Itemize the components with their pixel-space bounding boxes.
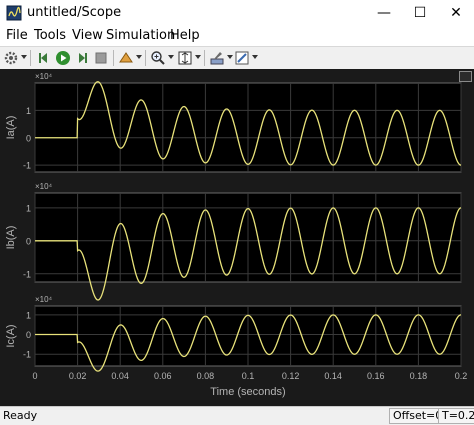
exponent-label: ×10⁴ — [35, 295, 53, 304]
menu-simulation[interactable]: Simulation — [106, 28, 175, 43]
edit-dropdown-icon[interactable] — [252, 55, 258, 59]
status-bar: Ready Offset=0 T=0.200 — [0, 406, 474, 425]
x-tick-label: 0.16 — [367, 371, 385, 381]
stop-icon[interactable] — [92, 49, 110, 67]
minimize-button[interactable]: — — [366, 0, 402, 26]
restore-layout-button[interactable] — [459, 71, 472, 82]
write-icon[interactable] — [208, 49, 226, 67]
settings-icon[interactable] — [2, 49, 20, 67]
title-bar: untitled/Scope — ☐ ✕ — [0, 0, 474, 26]
y-tick-label: 0 — [26, 133, 31, 143]
exponent-label: ×10⁴ — [35, 72, 53, 81]
exponent-label: ×10⁴ — [35, 182, 53, 191]
x-tick-label: 0.12 — [282, 371, 300, 381]
toolbar-separator — [113, 50, 114, 66]
y-axis-label: Ib(A) — [5, 226, 17, 250]
menu-file[interactable]: File — [6, 28, 28, 43]
x-tick-label: 0.14 — [324, 371, 342, 381]
y-tick-label: -1 — [23, 269, 31, 279]
edit-icon[interactable] — [233, 49, 251, 67]
x-tick-label: 0.08 — [197, 371, 215, 381]
y-tick-label: 0 — [26, 330, 31, 340]
y-tick-label: 1 — [26, 106, 31, 116]
autoscale-icon[interactable] — [176, 49, 194, 67]
step-back-icon[interactable] — [35, 49, 53, 67]
x-tick-label: 0.04 — [111, 371, 129, 381]
x-axis-label: Time (seconds) — [210, 386, 285, 398]
zoom-in-icon[interactable] — [149, 49, 167, 67]
y-tick-label: -1 — [23, 350, 31, 360]
x-tick-label: 0.06 — [154, 371, 172, 381]
x-tick-label: 0.18 — [410, 371, 428, 381]
status-ready: Ready — [3, 409, 38, 422]
y-tick-label: 0 — [26, 236, 31, 246]
run-icon[interactable] — [54, 49, 72, 67]
x-tick-label: 0.1 — [242, 371, 255, 381]
y-axis-label: Ic(A) — [5, 324, 17, 347]
toolbar-separator — [204, 50, 205, 66]
step-forward-icon[interactable] — [73, 49, 91, 67]
x-tick-label: 0 — [32, 371, 37, 381]
y-tick-label: -1 — [23, 161, 31, 171]
y-tick-label: 1 — [26, 310, 31, 320]
y-axis-label: Ia(A) — [5, 116, 17, 140]
maximize-button[interactable]: ☐ — [402, 0, 438, 26]
x-tick-label: 0.2 — [455, 371, 468, 381]
y-tick-label: 1 — [26, 203, 31, 213]
toolbar-separator — [145, 50, 146, 66]
highlight-icon[interactable] — [117, 49, 135, 67]
zoom-dropdown-icon[interactable] — [168, 55, 174, 59]
close-button[interactable]: ✕ — [438, 0, 474, 26]
toolbar-separator — [30, 50, 31, 66]
menu-help[interactable]: Help — [170, 28, 200, 43]
matlab-scope-icon — [6, 5, 22, 21]
scope-plots: 1 0 -1 ×10⁴ Ia(A) 1 0 -1 ×10⁴ Ib(A) 1 0 -1 ×10⁴ Ic(A) 0… — [5, 72, 468, 398]
x-tick-label: 0.02 — [69, 371, 87, 381]
scope-figure: 1 0 -1 ×10⁴ Ia(A) 1 0 -1 ×10⁴ Ib(A) 1 0 -1 ×10⁴ Ic(A) 0… — [0, 69, 474, 406]
menu-bar: File Tools View Simulation Help — [0, 26, 474, 46]
status-time: T=0.200 — [438, 408, 474, 424]
autoscale-dropdown-icon[interactable] — [195, 55, 201, 59]
toolbar — [0, 46, 474, 70]
menu-tools[interactable]: Tools — [34, 28, 66, 43]
menu-view[interactable]: View — [72, 28, 103, 43]
highlight-dropdown-icon[interactable] — [136, 55, 142, 59]
window-title: untitled/Scope — [27, 5, 122, 20]
settings-dropdown-icon[interactable] — [21, 55, 27, 59]
